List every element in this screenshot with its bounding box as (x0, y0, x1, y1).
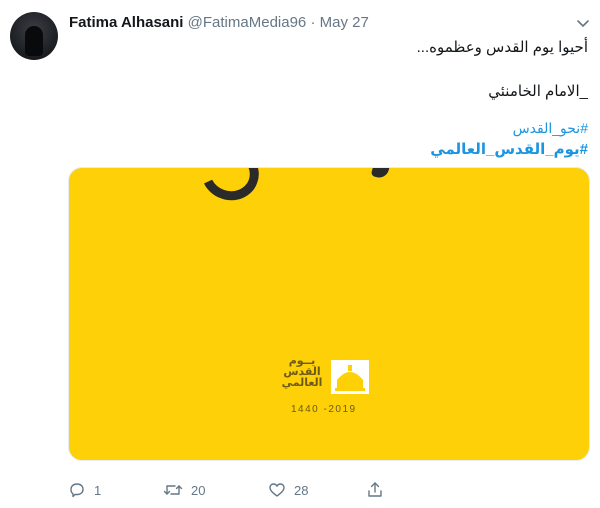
quds-day-logo: يــوم القدس العالمي 1440 -2019 (279, 356, 389, 422)
tweet-text-line-2: _الامام الخامنئي (488, 83, 588, 100)
reply-button[interactable]: 1 (68, 479, 101, 501)
heart-icon (268, 481, 286, 499)
logo-text-line: العالمي (281, 377, 323, 389)
tweet-header: Fatima Alhasani @FatimaMedia96 · May 27 (69, 14, 369, 31)
retweet-count: 20 (191, 482, 206, 498)
logo-text: يــوم القدس العالمي (279, 356, 325, 389)
like-button[interactable]: 28 (268, 479, 308, 501)
retweet-button[interactable]: 20 (163, 479, 205, 501)
share-icon (366, 481, 384, 499)
display-name[interactable]: Fatima Alhasani (69, 14, 183, 31)
like-count: 28 (294, 482, 309, 498)
hashtag-link-1[interactable]: #نحو_القدس (513, 120, 588, 137)
share-button[interactable] (366, 479, 384, 501)
chevron-down-icon[interactable] (574, 14, 592, 32)
hashtag-link-2[interactable]: #يوم_القدس_العالمي (430, 140, 588, 158)
calligraphy-stroke (193, 168, 267, 209)
user-handle[interactable]: @FatimaMedia96 (188, 14, 307, 31)
tweet-date[interactable]: May 27 (320, 14, 369, 31)
tweet[interactable]: Fatima Alhasani @FatimaMedia96 · May 27 … (0, 0, 600, 508)
tweet-text-line-1: أحيوا يوم القدس وعظموه... (416, 39, 588, 56)
calligraphy-stroke (370, 168, 392, 180)
tweet-media-image[interactable]: يــوم القدس العالمي 1440 -2019 (68, 167, 590, 461)
tweet-actions: 1 20 28 (0, 479, 600, 501)
retweet-icon (163, 481, 183, 499)
avatar[interactable] (10, 12, 58, 60)
dome-icon (331, 360, 369, 394)
separator-dot: · (310, 14, 316, 31)
reply-count: 1 (94, 482, 102, 498)
reply-icon (68, 481, 86, 499)
avatar-figure (25, 26, 43, 56)
logo-years: 1440 -2019 (291, 404, 357, 415)
